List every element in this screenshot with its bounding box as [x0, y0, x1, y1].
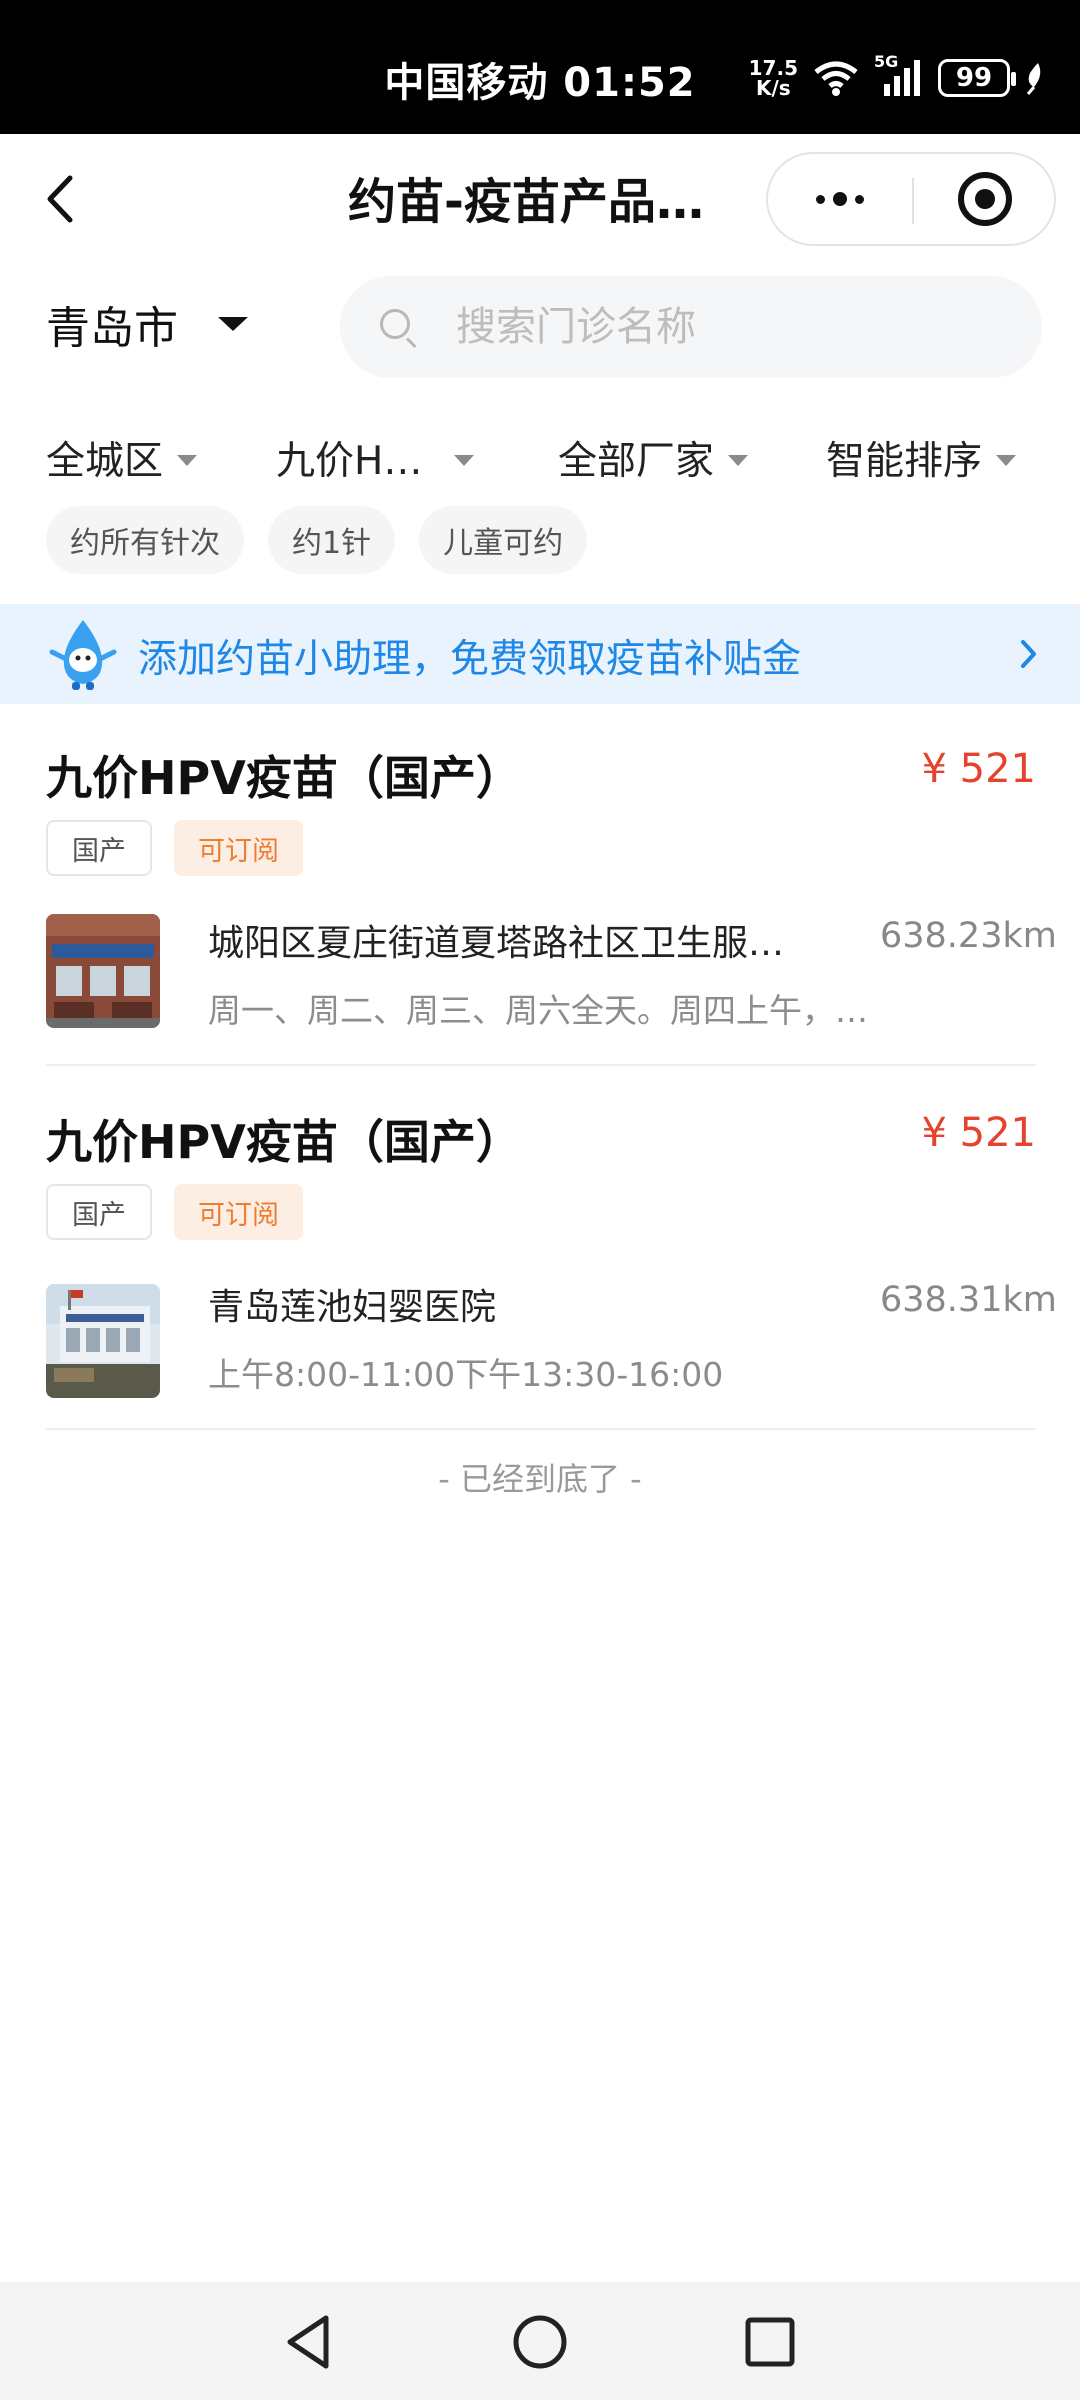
leaf-icon — [1026, 63, 1041, 95]
clinic-row[interactable]: 青岛莲池妇婴医院 638.31km 上午8:00-11:00下午13:30-16… — [46, 1278, 1057, 1398]
clinic-distance: 638.31km — [880, 1280, 1057, 1320]
net-speed-value: 17.5 — [748, 56, 798, 80]
card-divider — [46, 1064, 1036, 1066]
caret-down-icon — [728, 454, 749, 466]
tag-domestic: 国产 — [46, 1184, 152, 1240]
caret-down-icon — [177, 454, 198, 466]
status-icons: 17.5 K/s 5G 99 — [749, 52, 1044, 104]
product-card[interactable]: 九价HPV疫苗（国产） ¥ 521 国产 可订阅 青岛莲池妇婴医院 638.31… — [46, 1106, 1057, 1406]
banner-text: 添加约苗小助理，免费领取疫苗补贴金 — [138, 637, 802, 682]
product-price: ¥ 521 — [921, 1110, 1036, 1156]
filter-manufacturer[interactable]: 全部厂家 — [558, 430, 749, 486]
nav-bar: 约苗-疫苗产品列表 — [0, 134, 1080, 264]
quick-filter-chips: 约所有针次 约1针 儿童可约 — [46, 506, 588, 574]
system-nav-bar — [0, 2282, 1080, 2400]
clinic-photo — [46, 914, 160, 1028]
filter-label: 全部厂家 — [558, 439, 715, 484]
filter-vaccine[interactable]: 九价H… — [276, 430, 475, 486]
net-speed-unit: K/s — [755, 76, 791, 100]
tag-domestic: 国产 — [46, 820, 152, 876]
chip-all-doses[interactable]: 约所有针次 — [46, 506, 244, 574]
chip-children[interactable]: 儿童可约 — [419, 506, 588, 574]
filter-label: 九价H… — [276, 439, 423, 484]
chip-one-dose[interactable]: 约1针 — [268, 506, 396, 574]
city-label: 青岛市 — [46, 303, 178, 354]
product-title: 九价HPV疫苗（国产） — [46, 751, 522, 805]
net-speed: 17.5 K/s — [749, 58, 798, 98]
filter-label: 智能排序 — [826, 439, 983, 484]
filter-sort[interactable]: 智能排序 — [826, 430, 1017, 486]
clinic-photo — [46, 1284, 160, 1398]
product-tags: 国产 可订阅 — [46, 1184, 303, 1240]
clinic-name: 城阳区夏庄街道夏塔路社区卫生服务站 — [208, 923, 788, 964]
clinic-hours: 周一、周二、周三、周六全天。周四上午，周五下午 — [208, 991, 868, 1030]
signal-icon: 5G — [874, 52, 924, 98]
caret-down-icon — [218, 317, 248, 331]
clinic-name: 青岛莲池妇婴医院 — [208, 1287, 497, 1328]
status-bar: 中国移动 01:52 17.5 K/s 5G 99 — [0, 0, 1080, 134]
nav-recents-icon[interactable] — [738, 2310, 802, 2374]
product-title: 九价HPV疫苗（国产） — [46, 1115, 522, 1169]
nav-back-icon[interactable] — [278, 2310, 342, 2374]
end-of-list-text: - 已经到底了 - — [438, 1460, 642, 1498]
page-title: 约苗-疫苗产品列表 — [348, 174, 738, 230]
back-arrow-icon[interactable] — [36, 164, 96, 234]
product-tags: 国产 可订阅 — [46, 820, 303, 876]
clinic-row[interactable]: 城阳区夏庄街道夏塔路社区卫生服务站 638.23km 周一、周二、周三、周六全天… — [46, 914, 1057, 1034]
assistant-banner[interactable]: 添加约苗小助理，免费领取疫苗补贴金 — [0, 604, 1080, 704]
wifi-icon — [814, 61, 858, 96]
card-divider — [46, 1428, 1036, 1430]
tag-subscribable: 可订阅 — [174, 820, 303, 876]
filter-bar: 全城区 九价H… 全部厂家 智能排序 — [0, 422, 1080, 492]
battery-icon: 99 — [938, 59, 1016, 97]
caret-down-icon — [996, 454, 1017, 466]
mini-program-capsule — [766, 152, 1056, 246]
close-target-icon[interactable] — [914, 154, 1056, 244]
battery-level: 99 — [955, 63, 993, 93]
search-input[interactable] — [456, 304, 1016, 350]
search-box[interactable] — [340, 276, 1042, 378]
product-price: ¥ 521 — [921, 746, 1036, 792]
nav-home-icon[interactable] — [508, 2310, 572, 2374]
tag-subscribable: 可订阅 — [174, 1184, 303, 1240]
caret-down-icon — [454, 454, 475, 466]
chevron-right-icon — [1021, 640, 1036, 668]
mascot-icon — [49, 620, 117, 690]
clinic-distance: 638.23km — [880, 916, 1057, 956]
search-icon — [378, 307, 418, 349]
more-dots-icon[interactable] — [768, 154, 912, 244]
clinic-hours: 上午8:00-11:00下午13:30-16:00 — [208, 1355, 724, 1394]
city-select[interactable]: 青岛市 — [46, 292, 248, 356]
filter-label: 全城区 — [46, 439, 164, 484]
product-card[interactable]: 九价HPV疫苗（国产） ¥ 521 国产 可订阅 城阳区夏庄街道夏塔路社区卫生服… — [46, 742, 1057, 1042]
filter-district[interactable]: 全城区 — [46, 430, 198, 486]
